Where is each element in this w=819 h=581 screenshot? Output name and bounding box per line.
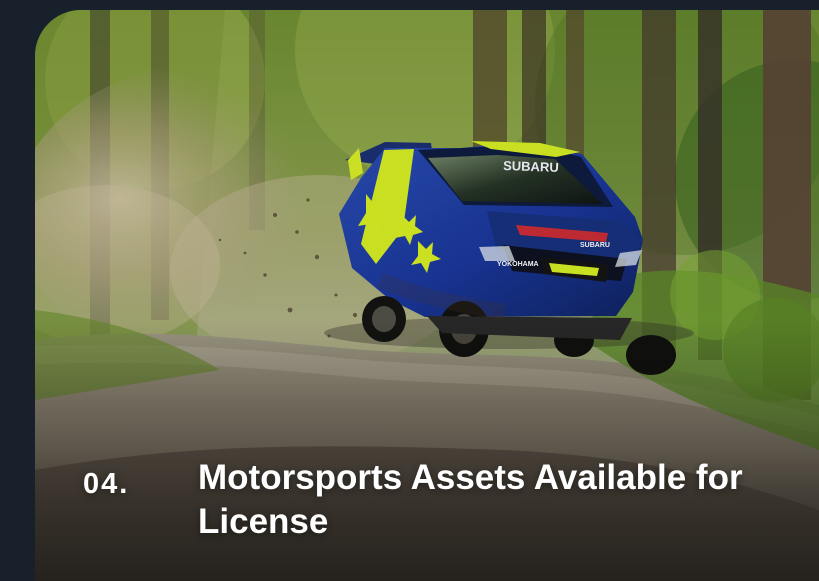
asset-card[interactable]: SUBARU YOKOHAMA SUBARU 04. Motorsports A… <box>35 10 819 581</box>
asset-title: Motorsports Assets Available for License <box>198 458 743 541</box>
page: SUBARU YOKOHAMA SUBARU 04. Motorsports A… <box>0 0 819 581</box>
asset-number: 04. <box>83 468 130 500</box>
